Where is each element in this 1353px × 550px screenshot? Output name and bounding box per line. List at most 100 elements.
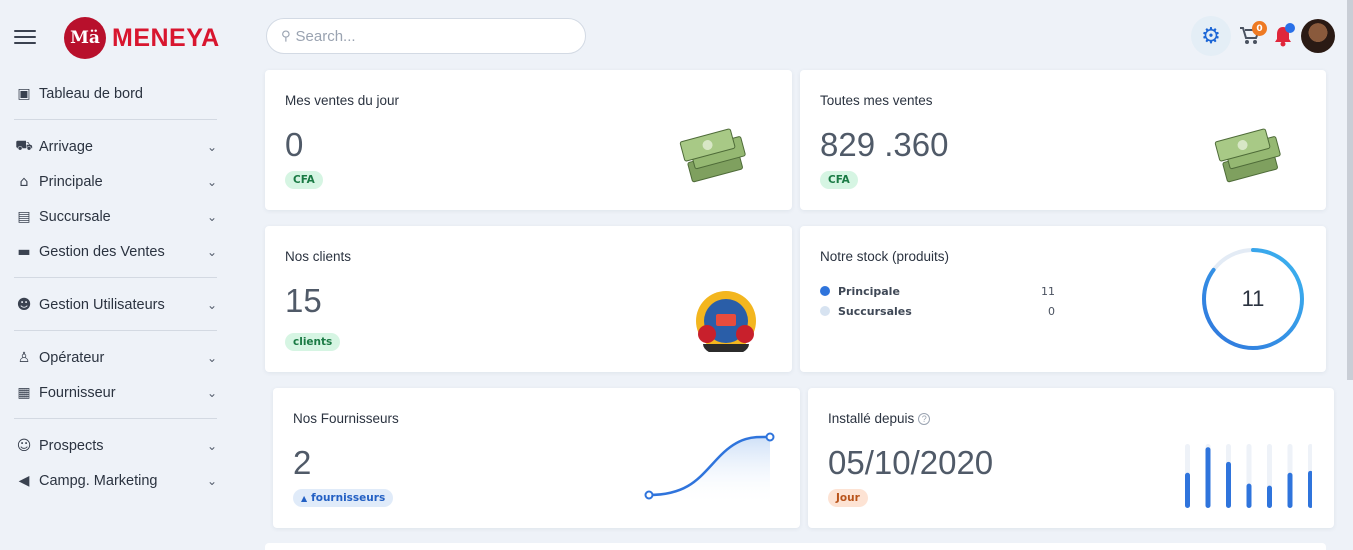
search-bar[interactable]: ⚲ — [266, 18, 586, 54]
suppliers-badge-label: fournisseurs — [311, 492, 386, 504]
sidebar-item-prospects[interactable]: ☺ Prospects ⌄ — [14, 428, 217, 463]
chevron-down-icon: ⌄ — [207, 438, 218, 453]
sidebar-item-label: Opérateur — [39, 349, 105, 366]
sidebar-item-gestion-utilisateurs[interactable]: ☻ Gestion Utilisateurs ⌄ — [14, 287, 217, 322]
card-sales-today: Mes ventes du jour 0 CFA — [265, 70, 792, 210]
legend-item: Succursales 0 — [820, 301, 1055, 321]
card-value: 0 — [285, 126, 304, 163]
stock-legend: Principale 11 Succursales 0 — [820, 281, 1055, 321]
sparkline-area — [649, 436, 770, 506]
sidebar-item-label: Tableau de bord — [39, 85, 143, 102]
bar — [1287, 472, 1293, 508]
search-input[interactable] — [295, 27, 566, 45]
suppliers-badge: ▲ fournisseurs — [293, 489, 394, 507]
bar — [1267, 485, 1272, 508]
hamburger-menu-icon[interactable] — [14, 30, 36, 46]
card-value: 829 .360 — [820, 126, 949, 163]
sidebar-item-campg-marketing[interactable]: ◀ Campg. Marketing ⌄ — [14, 463, 217, 498]
card-value: 15 — [285, 282, 322, 319]
card-value: 05/10/2020 — [828, 444, 994, 481]
app-name: MENEYA — [112, 23, 220, 52]
bar — [1226, 461, 1231, 508]
clients-icon — [696, 291, 756, 352]
card-title: Notre stock (produits) — [820, 249, 950, 264]
sidebar-item-arrivage[interactable]: ⛟ Arrivage ⌄ — [14, 129, 217, 164]
legend-label: Succursales — [838, 304, 912, 318]
chevron-down-icon: ⌄ — [207, 174, 218, 189]
smile-icon: ☺ — [16, 437, 32, 454]
scrollbar[interactable] — [1347, 0, 1353, 380]
sidebar-item-tableau-de-bord[interactable]: ▣ Tableau de bord — [14, 76, 217, 111]
clients-badge: clients — [285, 333, 341, 351]
card-stock: Notre stock (produits) Principale 11 Suc… — [800, 226, 1326, 372]
installed-bar-chart — [1185, 444, 1312, 508]
legend-value: 11 — [1041, 284, 1055, 298]
sparkline-point — [765, 432, 775, 442]
megaphone-icon: ◀ — [18, 472, 30, 489]
sidebar-item-label: Succursale — [39, 208, 111, 225]
header-actions: ⚙ 0 — [1191, 16, 1335, 56]
bar — [1308, 470, 1312, 508]
sidebar-item-label: Principale — [39, 173, 103, 190]
suppliers-sparkline — [644, 432, 775, 506]
bar — [1185, 472, 1190, 508]
sidebar-item-op-rateur[interactable]: ♙ Opérateur ⌄ — [14, 340, 217, 375]
sidebar-nav: ▣ Tableau de bord ⛟ Arrivage ⌄ ⌂ Principale ⌄ ▤ S… — [14, 76, 217, 498]
briefcase-icon: ▦ — [17, 384, 31, 401]
bar — [1205, 447, 1211, 508]
card-installed: Installé depuis? 05/10/2020 Jour — [808, 388, 1334, 528]
currency-badge: CFA — [820, 171, 858, 189]
legend-dot — [820, 306, 830, 316]
card-clients: Nos clients 15 clients — [265, 226, 792, 372]
sidebar: Mä MENEYA ▣ Tableau de bord ⛟ Arrivage ⌄ ⌂ Pri… — [0, 0, 232, 550]
card-title: Installé depuis — [828, 411, 915, 426]
chevron-down-icon: ⌄ — [207, 350, 218, 365]
card-title: Mes ventes du jour — [285, 93, 400, 108]
legend-value: 0 — [1048, 304, 1055, 318]
gear-icon[interactable]: ⚙ — [1191, 16, 1231, 56]
bar — [1246, 483, 1252, 508]
card-partial — [265, 543, 1326, 550]
sidebar-item-label: Campg. Marketing — [39, 472, 158, 489]
money-icon: ▬ — [17, 243, 31, 260]
truck-icon: ⛟ — [15, 137, 33, 154]
nav-divider — [14, 418, 217, 419]
chevron-down-icon: ⌄ — [207, 473, 218, 488]
help-icon[interactable]: ? — [918, 413, 931, 426]
money-stack-icon — [1214, 128, 1281, 183]
sidebar-item-label: Gestion des Ventes — [39, 243, 165, 260]
chevron-down-icon: ⌄ — [207, 385, 218, 400]
sidebar-item-label: Prospects — [39, 437, 104, 454]
sidebar-item-succursale[interactable]: ▤ Succursale ⌄ — [14, 199, 217, 234]
chevron-down-icon: ⌄ — [207, 297, 218, 312]
sidebar-item-gestion-des-ventes[interactable]: ▬ Gestion des Ventes ⌄ — [14, 234, 217, 269]
legend-label: Principale — [838, 284, 900, 298]
card-title-wrap: Installé depuis? — [828, 411, 931, 426]
dashboard-icon: ▣ — [17, 85, 31, 102]
cart-count-badge: 0 — [1252, 21, 1267, 36]
nav-divider — [14, 330, 217, 331]
user-tie-icon: ♙ — [17, 349, 31, 366]
legend-dot — [820, 286, 830, 296]
currency-badge: CFA — [285, 171, 323, 189]
sidebar-item-label: Gestion Utilisateurs — [39, 296, 165, 313]
sidebar-item-fournisseur[interactable]: ▦ Fournisseur ⌄ — [14, 375, 217, 410]
ring-total: 11 — [1242, 286, 1265, 311]
nav-divider — [14, 277, 217, 278]
notifications-button[interactable] — [1267, 21, 1299, 51]
home-icon: ⌂ — [19, 173, 29, 190]
avatar[interactable] — [1301, 19, 1335, 53]
sidebar-item-label: Fournisseur — [39, 384, 116, 401]
sparkline-point — [644, 490, 654, 500]
day-badge: Jour — [828, 489, 868, 507]
money-stack-icon — [679, 128, 746, 183]
sidebar-item-principale[interactable]: ⌂ Principale ⌄ — [14, 164, 218, 199]
app-logo[interactable]: Mä MENEYA — [64, 17, 220, 59]
cart-button[interactable]: 0 — [1233, 21, 1267, 51]
stock-ring-chart: 11 — [1202, 248, 1304, 350]
chevron-down-icon: ⌄ — [207, 209, 218, 224]
nav-divider — [14, 119, 217, 120]
chevron-down-icon: ⌄ — [207, 244, 218, 259]
card-title: Nos clients — [285, 249, 352, 264]
store-icon: ▤ — [17, 208, 31, 225]
